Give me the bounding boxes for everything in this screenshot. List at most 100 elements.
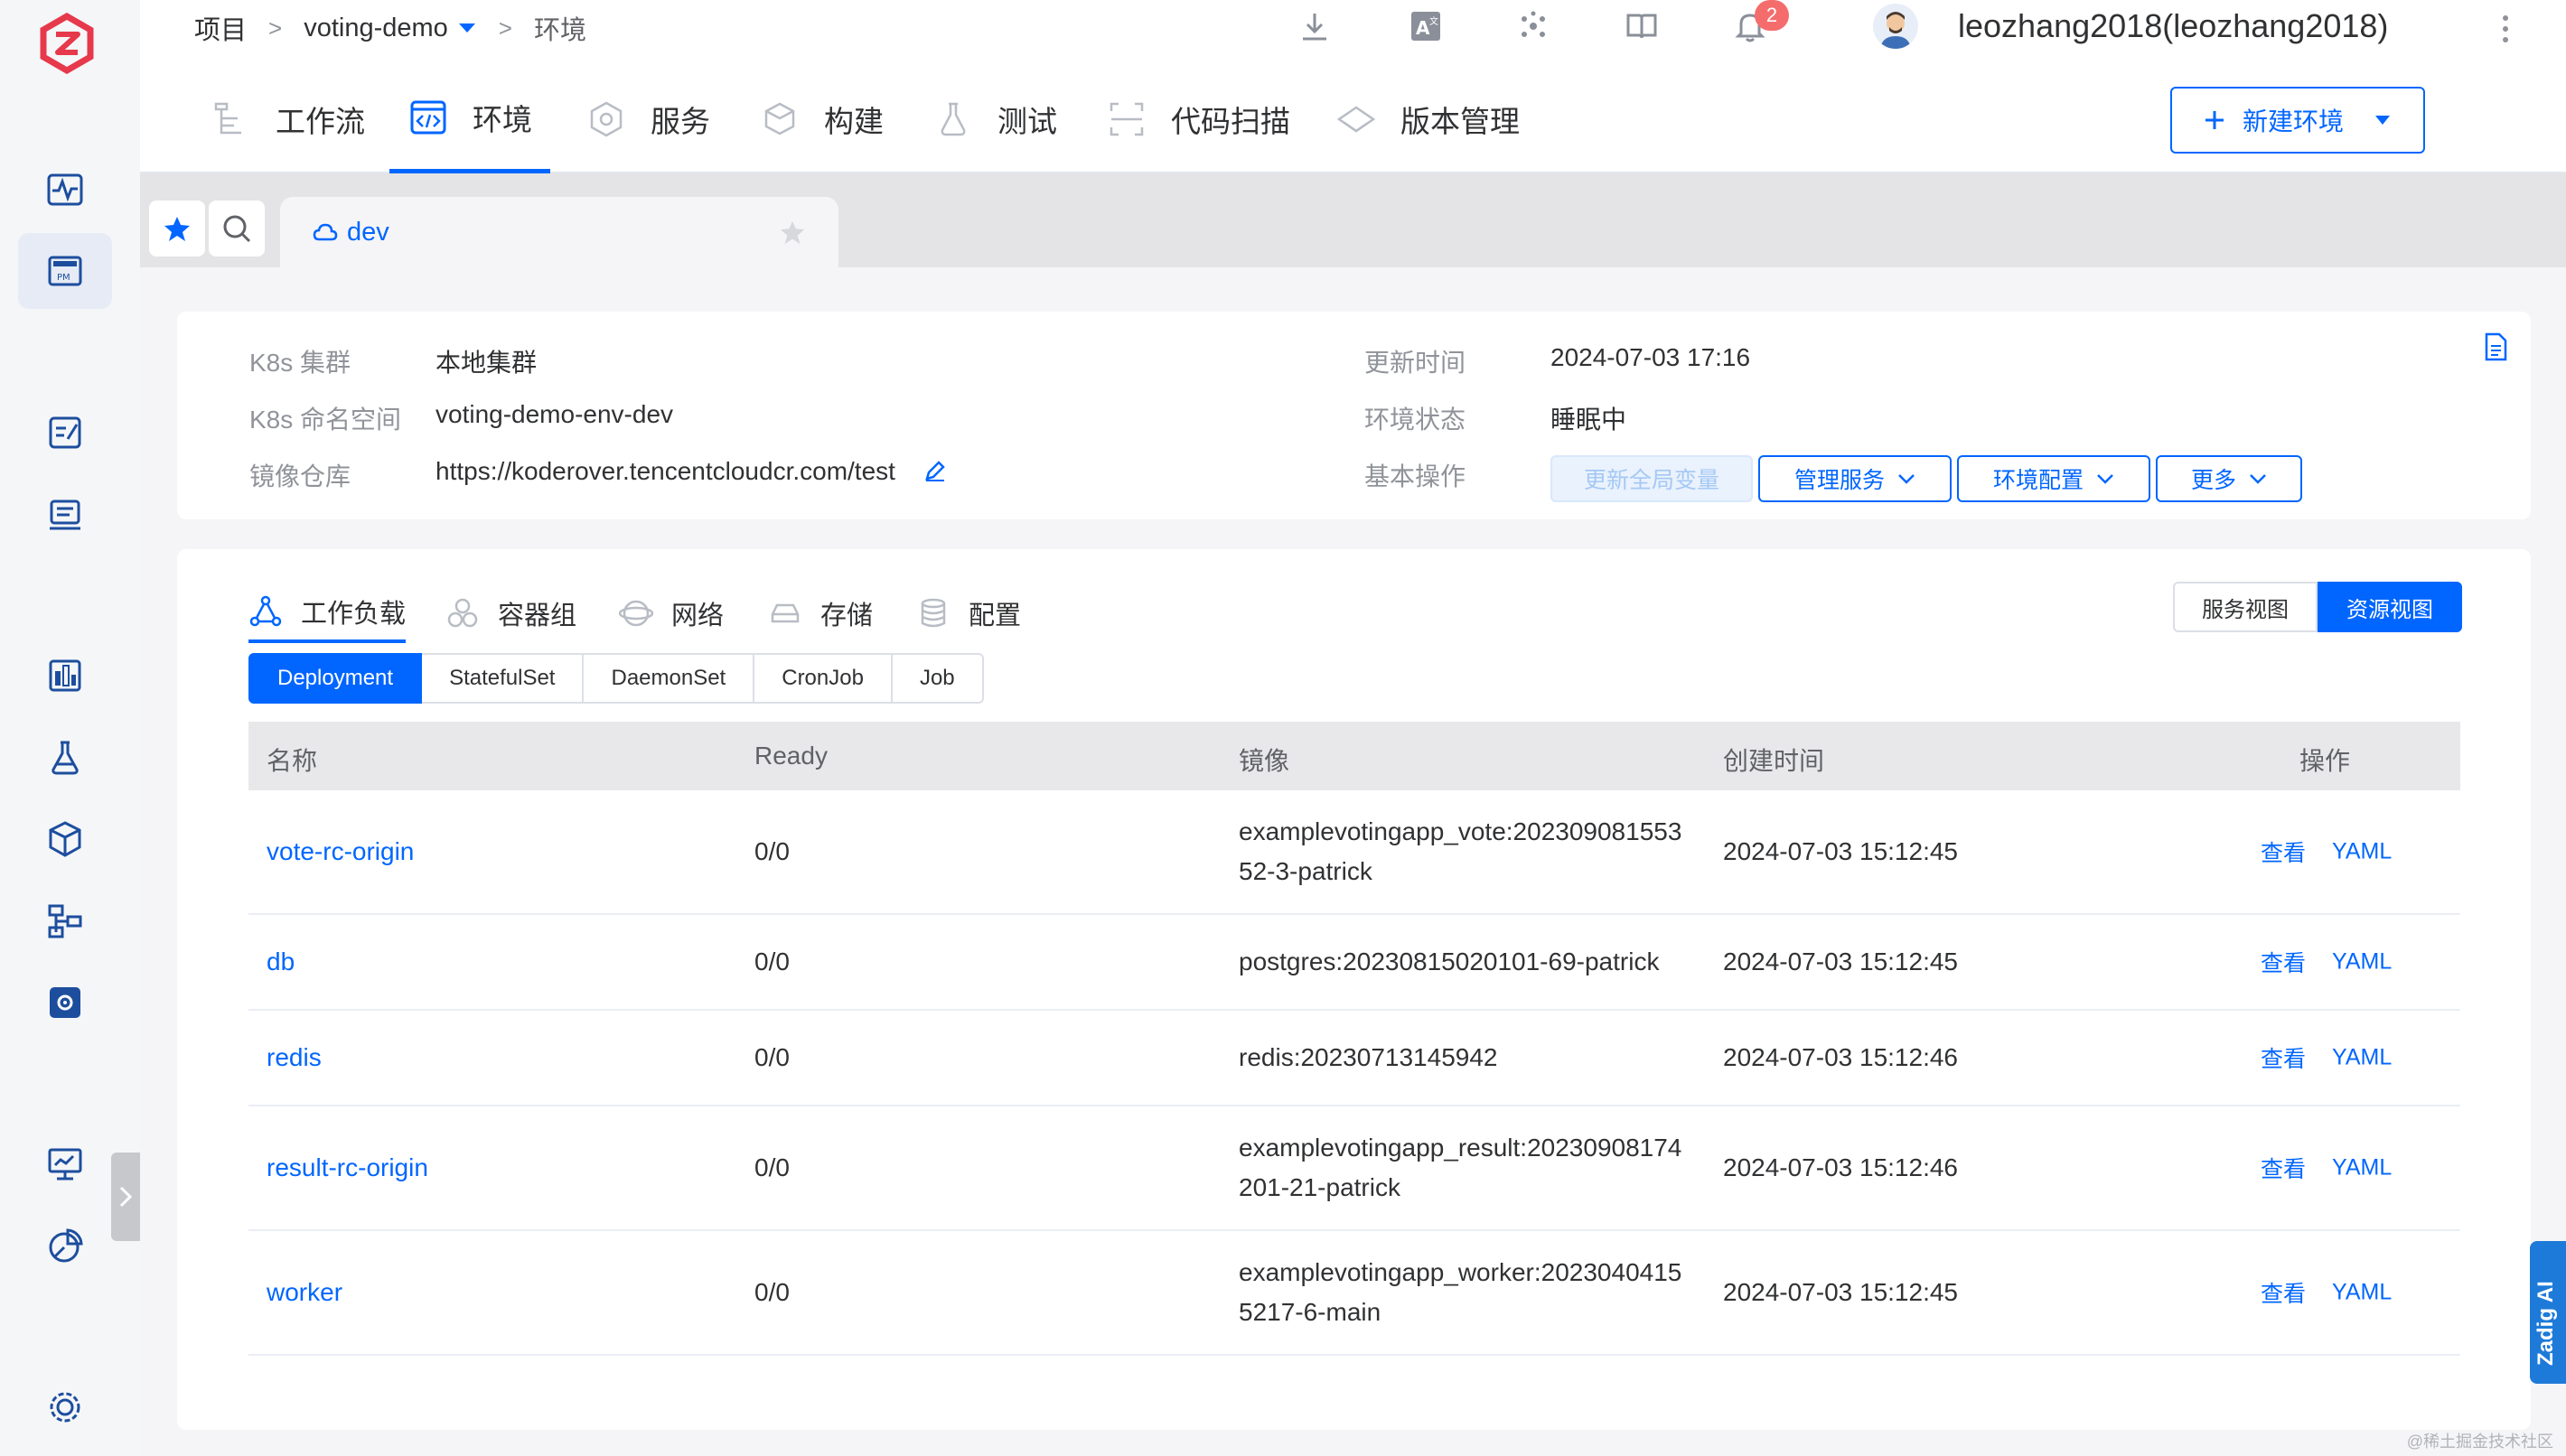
resource-kind-tabs: Deployment StatefulSet DaemonSet CronJob…: [248, 653, 984, 704]
workload-name-link[interactable]: redis: [267, 1043, 322, 1072]
kind-tab-daemonset[interactable]: DaemonSet: [584, 653, 755, 704]
caret-down-icon: [2375, 116, 2390, 125]
header-actions: 操作: [2299, 747, 2351, 775]
chevron-down-icon: [2097, 474, 2113, 484]
edit-icon[interactable]: [923, 459, 947, 482]
tab-network[interactable]: 网络: [619, 583, 724, 643]
star-outline-icon[interactable]: [779, 219, 806, 246]
breadcrumb-current: 环境: [533, 16, 586, 45]
image-value: examplevotingapp_vote:20230908155352-3-p…: [1239, 817, 1682, 885]
yaml-link[interactable]: YAML: [2332, 1045, 2392, 1071]
username[interactable]: leozhang2018(leozhang2018): [1958, 7, 2388, 45]
tab-workflow[interactable]: 工作流: [211, 65, 365, 173]
yaml-link[interactable]: YAML: [2332, 949, 2392, 975]
tab-label: 工作流: [276, 105, 365, 138]
tab-config[interactable]: 配置: [916, 583, 1021, 643]
collapse-sidebar-button[interactable]: [111, 1153, 140, 1241]
more-label: 更多: [2190, 468, 2236, 493]
svg-text:PM: PM: [57, 273, 70, 283]
workload-name-link[interactable]: vote-rc-origin: [267, 837, 414, 866]
dashboard-icon[interactable]: [18, 638, 112, 714]
svg-text:文: 文: [1429, 15, 1438, 27]
env-tab-dev[interactable]: dev: [280, 197, 838, 267]
ready-count: 0/0: [754, 1278, 790, 1306]
kind-tab-cronjob[interactable]: CronJob: [754, 653, 893, 704]
new-environment-label: 新建环境: [2242, 107, 2344, 135]
document-icon[interactable]: [2480, 331, 2511, 362]
storage-icon: [771, 603, 800, 623]
tab-workloads[interactable]: 工作负载: [248, 583, 407, 643]
yaml-link[interactable]: YAML: [2332, 839, 2392, 865]
update-global-vars-button[interactable]: 更新全局变量: [1550, 455, 1753, 502]
left-rail: PM: [0, 0, 140, 1456]
new-environment-button[interactable]: 新建环境: [2170, 87, 2425, 154]
package-icon[interactable]: [18, 801, 112, 877]
plus-icon: [2205, 111, 2224, 129]
tab-environment[interactable]: 环境: [389, 65, 550, 173]
service-view-button[interactable]: 服务视图: [2173, 582, 2318, 632]
docs-book-icon[interactable]: [1621, 5, 1662, 47]
zadig-ai-label: Zadig AI: [2533, 1281, 2558, 1366]
tab-test[interactable]: 测试: [932, 65, 1057, 173]
notification-badge: 2: [1755, 0, 1789, 31]
release-icon[interactable]: [18, 477, 112, 553]
breadcrumb-root[interactable]: 项目: [194, 9, 247, 47]
plugin-icon[interactable]: [1512, 5, 1554, 47]
avatar[interactable]: [1873, 4, 1918, 49]
tab-pods[interactable]: 容器组: [445, 583, 576, 643]
tab-label: 测试: [997, 105, 1057, 138]
screen-monitor-icon[interactable]: [18, 1126, 112, 1202]
kind-tab-statefulset[interactable]: StatefulSet: [422, 653, 585, 704]
workload-name-link[interactable]: result-rc-origin: [267, 1153, 428, 1182]
star-icon: [164, 217, 190, 241]
tab-build[interactable]: 构建: [759, 65, 884, 173]
view-link[interactable]: 查看: [2261, 835, 2306, 868]
tab-service[interactable]: 服务: [585, 65, 710, 173]
tab-label: 配置: [969, 602, 1022, 630]
status-value: 睡眠中: [1550, 406, 1627, 434]
pie-chart-icon[interactable]: [18, 1209, 112, 1284]
resource-view-button[interactable]: 资源视图: [2318, 582, 2462, 632]
monitor-icon[interactable]: [18, 152, 112, 228]
translate-icon[interactable]: A文: [1405, 5, 1447, 47]
tab-label: 存储: [820, 602, 874, 630]
topology-icon[interactable]: [18, 883, 112, 959]
workload-name-link[interactable]: db: [267, 947, 295, 976]
breadcrumb: 项目 > voting-demo > 环境: [194, 9, 586, 47]
view-link[interactable]: 查看: [2261, 1276, 2306, 1309]
project-manager-icon[interactable]: PM: [18, 233, 112, 309]
workload-name-link[interactable]: worker: [267, 1278, 342, 1307]
view-link[interactable]: 查看: [2261, 946, 2306, 978]
env-config-button[interactable]: 环境配置: [1957, 455, 2150, 502]
view-link[interactable]: 查看: [2261, 1152, 2306, 1184]
tab-code-scan[interactable]: 代码扫描: [1106, 65, 1290, 173]
svg-text:A: A: [1416, 17, 1430, 39]
zadig-ai-button[interactable]: Zadig AI: [2530, 1241, 2566, 1384]
tab-version[interactable]: 版本管理: [1335, 65, 1520, 173]
project-selector[interactable]: voting-demo: [304, 14, 477, 43]
zadig-logo[interactable]: [36, 13, 98, 74]
yaml-link[interactable]: YAML: [2332, 1155, 2392, 1181]
system-settings-icon[interactable]: [18, 1369, 112, 1445]
more-button[interactable]: 更多: [2156, 455, 2302, 502]
yaml-link[interactable]: YAML: [2332, 1280, 2392, 1306]
kind-tab-job[interactable]: Job: [892, 653, 984, 704]
scan-icon: [1110, 102, 1144, 136]
table-header: 名称 Ready 镜像 创建时间 操作: [248, 722, 2460, 790]
table-row: worker 0/0 examplevotingapp_worker:20230…: [248, 1231, 2460, 1356]
header-created: 创建时间: [1723, 747, 1825, 775]
flask-icon[interactable]: [18, 720, 112, 796]
edit-note-icon[interactable]: [18, 395, 112, 471]
settings-box-icon[interactable]: [18, 965, 112, 1041]
more-vertical-icon[interactable]: [2496, 11, 2514, 47]
favorites-filter-button[interactable]: [149, 201, 205, 257]
search-button[interactable]: [209, 201, 265, 257]
kind-tab-deployment[interactable]: Deployment: [248, 653, 423, 704]
manage-services-button[interactable]: 管理服务: [1758, 455, 1952, 502]
tab-label: 工作负载: [301, 600, 407, 629]
manage-services-label: 管理服务: [1793, 468, 1885, 493]
view-link[interactable]: 查看: [2261, 1041, 2306, 1074]
tab-label: 版本管理: [1400, 105, 1520, 138]
download-icon[interactable]: [1294, 5, 1335, 47]
tab-storage[interactable]: 存储: [768, 583, 873, 643]
